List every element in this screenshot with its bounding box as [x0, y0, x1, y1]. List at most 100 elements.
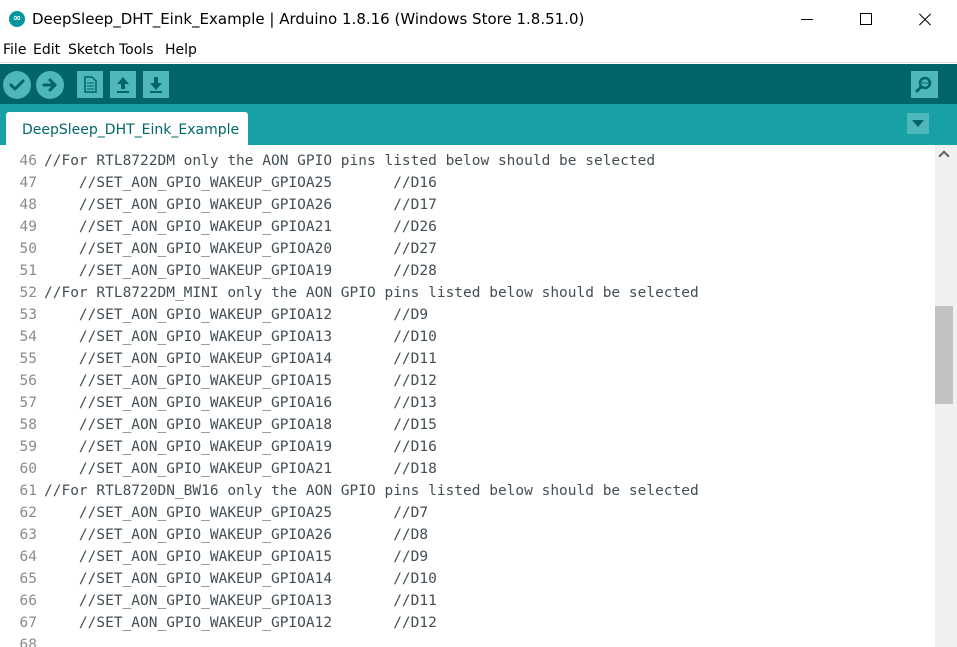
window-title: DeepSleep_DHT_Eink_Example | Arduino 1.8…	[32, 10, 585, 28]
new-icon	[84, 76, 97, 93]
line-number: 50	[19, 241, 37, 257]
arduino-infinity-icon: ∞	[9, 11, 25, 27]
serial-monitor-button[interactable]	[911, 71, 938, 98]
menu-file[interactable]: File	[3, 42, 26, 58]
code-line[interactable]: 50 //SET_AON_GPIO_WAKEUP_GPIOA20 //D27	[0, 238, 935, 260]
code-line[interactable]: 49 //SET_AON_GPIO_WAKEUP_GPIOA21 //D26	[0, 216, 935, 238]
line-number: 65	[19, 571, 37, 587]
line-code[interactable]: //SET_AON_GPIO_WAKEUP_GPIOA15 //D12	[44, 370, 437, 392]
code-line[interactable]: 56 //SET_AON_GPIO_WAKEUP_GPIOA15 //D12	[0, 370, 935, 392]
code-line[interactable]: 48 //SET_AON_GPIO_WAKEUP_GPIOA26 //D17	[0, 194, 935, 216]
code-line[interactable]: 57 //SET_AON_GPIO_WAKEUP_GPIOA16 //D13	[0, 392, 935, 414]
code-line[interactable]: 66 //SET_AON_GPIO_WAKEUP_GPIOA13 //D11	[0, 590, 935, 612]
menu-tools[interactable]: Tools	[119, 42, 154, 58]
line-number: 68	[19, 637, 37, 647]
code-line[interactable]: 51 //SET_AON_GPIO_WAKEUP_GPIOA19 //D28	[0, 260, 935, 282]
code-line[interactable]: 65 //SET_AON_GPIO_WAKEUP_GPIOA14 //D10	[0, 568, 935, 590]
app-icon-glyph: ∞	[12, 13, 22, 24]
code-line[interactable]: 67 //SET_AON_GPIO_WAKEUP_GPIOA12 //D12	[0, 612, 935, 634]
line-code[interactable]: //SET_AON_GPIO_WAKEUP_GPIOA14 //D10	[44, 568, 437, 590]
line-number: 62	[19, 505, 37, 521]
code-line[interactable]: 60 //SET_AON_GPIO_WAKEUP_GPIOA21 //D18	[0, 458, 935, 480]
line-code[interactable]: //For RTL8722DM_MINI only the AON GPIO p…	[44, 282, 699, 304]
minimize-icon	[801, 19, 813, 20]
line-number: 58	[19, 417, 37, 433]
line-code[interactable]: //SET_AON_GPIO_WAKEUP_GPIOA14 //D11	[44, 348, 437, 370]
line-code[interactable]: //SET_AON_GPIO_WAKEUP_GPIOA16 //D13	[44, 392, 437, 414]
menu-sketch[interactable]: Sketch	[68, 42, 115, 58]
chevron-down-icon	[912, 120, 924, 127]
line-number: 55	[19, 351, 37, 367]
line-code[interactable]: //SET_AON_GPIO_WAKEUP_GPIOA25 //D16	[44, 172, 437, 194]
line-code[interactable]: //SET_AON_GPIO_WAKEUP_GPIOA26 //D8	[44, 524, 428, 546]
code-line[interactable]: 61 //For RTL8720DN_BW16 only the AON GPIO…	[0, 480, 935, 502]
line-number: 60	[19, 461, 37, 477]
code-editor[interactable]: 46 //For RTL8722DM only the AON GPIO pins…	[0, 145, 935, 647]
title-bar: ∞ DeepSleep_DHT_Eink_Example | Arduino 1…	[0, 0, 957, 38]
code-line[interactable]: 64 //SET_AON_GPIO_WAKEUP_GPIOA15 //D9	[0, 546, 935, 568]
line-number: 52	[19, 285, 37, 301]
close-button[interactable]	[895, 0, 953, 38]
menu-help[interactable]: Help	[165, 42, 197, 58]
line-code[interactable]: //SET_AON_GPIO_WAKEUP_GPIOA13 //D10	[44, 326, 437, 348]
line-code[interactable]: //SET_AON_GPIO_WAKEUP_GPIOA21 //D18	[44, 458, 437, 480]
code-line[interactable]: 46 //For RTL8722DM only the AON GPIO pins…	[0, 150, 935, 172]
maximize-icon	[860, 13, 872, 25]
line-code[interactable]: //SET_AON_GPIO_WAKEUP_GPIOA21 //D26	[44, 216, 437, 238]
open-icon	[117, 77, 129, 93]
line-code[interactable]: //SET_AON_GPIO_WAKEUP_GPIOA20 //D27	[44, 238, 437, 260]
new-sketch-button[interactable]	[77, 71, 103, 98]
line-number: 57	[19, 395, 37, 411]
line-code[interactable]: //For RTL8722DM only the AON GPIO pins l…	[44, 150, 655, 172]
line-code[interactable]: //SET_AON_GPIO_WAKEUP_GPIOA19 //D16	[44, 436, 437, 458]
open-sketch-button[interactable]	[110, 71, 136, 98]
line-number: 51	[19, 263, 37, 279]
line-number: 47	[19, 175, 37, 191]
code-line[interactable]: 47 //SET_AON_GPIO_WAKEUP_GPIOA25 //D16	[0, 172, 935, 194]
line-number: 56	[19, 373, 37, 389]
line-number: 59	[19, 439, 37, 455]
line-number: 53	[19, 307, 37, 323]
scroll-up-icon[interactable]	[938, 150, 950, 162]
minimize-button[interactable]	[779, 0, 837, 38]
upload-icon	[42, 78, 57, 92]
line-number: 66	[19, 593, 37, 609]
code-line[interactable]: 54 //SET_AON_GPIO_WAKEUP_GPIOA13 //D10	[0, 326, 935, 348]
scrollbar-thumb[interactable]	[935, 306, 953, 404]
maximize-button[interactable]	[837, 0, 895, 38]
code-line[interactable]: 55 //SET_AON_GPIO_WAKEUP_GPIOA14 //D11	[0, 348, 935, 370]
menu-edit[interactable]: Edit	[33, 42, 60, 58]
code-line[interactable]: 63 //SET_AON_GPIO_WAKEUP_GPIOA26 //D8	[0, 524, 935, 546]
line-number: 63	[19, 527, 37, 543]
line-number: 49	[19, 219, 37, 235]
save-icon	[150, 77, 162, 93]
line-number: 64	[19, 549, 37, 565]
code-line[interactable]: 62 //SET_AON_GPIO_WAKEUP_GPIOA25 //D7	[0, 502, 935, 524]
save-sketch-button[interactable]	[143, 71, 169, 98]
verify-button[interactable]	[3, 71, 31, 99]
line-code[interactable]: //SET_AON_GPIO_WAKEUP_GPIOA18 //D15	[44, 414, 437, 436]
line-code[interactable]: //SET_AON_GPIO_WAKEUP_GPIOA13 //D11	[44, 590, 437, 612]
line-code[interactable]: //SET_AON_GPIO_WAKEUP_GPIOA26 //D17	[44, 194, 437, 216]
line-code[interactable]: //SET_AON_GPIO_WAKEUP_GPIOA15 //D9	[44, 546, 428, 568]
line-code[interactable]: //SET_AON_GPIO_WAKEUP_GPIOA12 //D12	[44, 612, 437, 634]
line-code[interactable]: //SET_AON_GPIO_WAKEUP_GPIOA25 //D7	[44, 502, 428, 524]
line-number: 54	[19, 329, 37, 345]
tab-label: DeepSleep_DHT_Eink_Example	[22, 122, 240, 138]
code-line[interactable]: 53 //SET_AON_GPIO_WAKEUP_GPIOA12 //D9	[0, 304, 935, 326]
line-code[interactable]: //For RTL8720DN_BW16 only the AON GPIO p…	[44, 480, 699, 502]
menu-bar: File Edit Sketch Tools Help	[0, 38, 957, 63]
code-line[interactable]: 59 //SET_AON_GPIO_WAKEUP_GPIOA19 //D16	[0, 436, 935, 458]
toolbar	[0, 64, 957, 104]
code-line[interactable]: 68	[0, 634, 935, 647]
tab-deepsleep-dht-eink-example[interactable]: DeepSleep_DHT_Eink_Example	[6, 112, 248, 145]
vertical-scrollbar[interactable]	[935, 145, 957, 647]
code-line[interactable]: 52 //For RTL8722DM_MINI only the AON GPIO…	[0, 282, 935, 304]
code-line[interactable]: 58 //SET_AON_GPIO_WAKEUP_GPIOA18 //D15	[0, 414, 935, 436]
tab-menu-button[interactable]	[907, 113, 929, 134]
line-code[interactable]: //SET_AON_GPIO_WAKEUP_GPIOA19 //D28	[44, 260, 437, 282]
line-code[interactable]: //SET_AON_GPIO_WAKEUP_GPIOA12 //D9	[44, 304, 428, 326]
line-number: 46	[19, 153, 37, 169]
serial-monitor-icon	[915, 76, 932, 93]
upload-button[interactable]	[36, 71, 64, 99]
